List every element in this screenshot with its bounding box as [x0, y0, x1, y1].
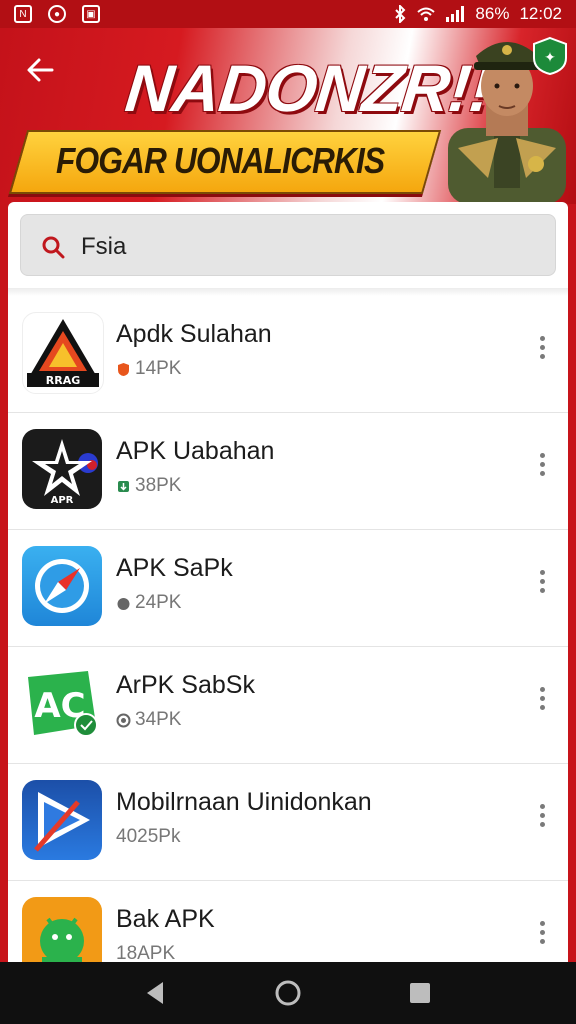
shield-icon — [118, 362, 129, 376]
more-options-icon[interactable] — [538, 336, 546, 360]
app-meta: 34PK — [116, 709, 181, 731]
more-options-icon[interactable] — [538, 570, 546, 594]
recents-square-icon[interactable] — [405, 978, 435, 1008]
emblem-badge-icon: ✦ — [533, 36, 567, 76]
app-size: 14PK — [135, 358, 182, 379]
more-options-icon[interactable] — [538, 687, 546, 711]
system-nav-bar — [0, 962, 576, 1024]
app-name: Bak APK — [116, 905, 215, 933]
app-meta: 38PK — [116, 475, 181, 497]
app-meta: 24PK — [116, 592, 181, 614]
app-icon: AC — [22, 663, 102, 743]
back-arrow-icon[interactable] — [26, 56, 54, 84]
app-name: Apdk Sulahan — [116, 320, 272, 348]
svg-text:APR: APR — [51, 495, 74, 506]
app-list-panel: Fsia RRAG Apdk Sulahan 14PK APR APK Uaba… — [8, 202, 568, 972]
app-icon: APR — [22, 429, 102, 509]
svg-text:RRAG: RRAG — [46, 374, 80, 387]
bluetooth-icon — [395, 5, 406, 23]
clock: 12:02 — [519, 4, 562, 23]
svg-text:✦: ✦ — [544, 50, 556, 66]
more-options-icon[interactable] — [538, 804, 546, 828]
star-emblem-icon: APR — [32, 439, 98, 506]
app-list-item[interactable]: AC ArPK SabSk 34PK — [8, 647, 568, 764]
app-list-item[interactable]: RRAG Apdk Sulahan 14PK — [8, 296, 568, 413]
search-icon[interactable] — [41, 235, 65, 259]
play-store-icon — [34, 792, 90, 852]
app-meta: 4025Pk — [116, 826, 180, 848]
app-icon — [22, 897, 102, 972]
status-bar: N ● ▣ 86% 12:02 — [0, 0, 576, 28]
app-size: 4025Pk — [116, 826, 181, 847]
app-name: APK SaPk — [116, 554, 233, 582]
notification-icon: N — [14, 5, 32, 23]
app-size: 24PK — [135, 592, 182, 613]
app-name: ArPK SabSk — [116, 671, 255, 699]
battery-level: 86% — [475, 4, 510, 23]
app-icon — [22, 780, 102, 860]
app-list-item[interactable]: Mobilrnaan Uinidonkan 4025Pk — [8, 764, 568, 881]
download-icon — [118, 480, 129, 492]
app-icon — [22, 546, 102, 626]
cloud-icon — [117, 597, 130, 610]
app-size: 38PK — [135, 475, 182, 496]
search-bar[interactable]: Fsia — [20, 214, 556, 276]
app-name: APK Uabahan — [116, 437, 275, 465]
app-list-item[interactable]: APK SaPk 24PK — [8, 530, 568, 647]
banner-text: FOGAR UONALICRKIS — [56, 140, 385, 181]
app-size: 34PK — [135, 709, 182, 730]
back-triangle-icon[interactable] — [141, 978, 171, 1008]
app-icon: RRAG — [22, 312, 104, 394]
ac-logo-icon: AC — [28, 671, 98, 737]
app-meta: 14PK — [116, 358, 181, 380]
wifi-icon — [417, 7, 436, 21]
layers-icon — [116, 713, 131, 727]
signal-icon — [446, 6, 465, 22]
warning-triangle-icon: RRAG — [27, 319, 99, 387]
home-circle-icon[interactable] — [273, 978, 303, 1008]
compass-icon — [35, 559, 89, 613]
android-icon — [40, 917, 84, 972]
app-list: RRAG Apdk Sulahan 14PK APR APK Uabahan 3… — [8, 296, 568, 972]
app-name: Mobilrnaan Uinidonkan — [116, 788, 372, 816]
more-options-icon[interactable] — [538, 921, 546, 945]
header-banner: NADONZR!! FOGAR UONALICRKIS ✦ — [0, 28, 576, 204]
media-icon: ● — [48, 5, 66, 23]
gallery-icon: ▣ — [82, 5, 100, 23]
search-input[interactable]: Fsia — [81, 233, 126, 261]
app-list-item[interactable]: APR APK Uabahan 38PK — [8, 413, 568, 530]
app-list-item[interactable]: Bak APK 18APK — [8, 881, 568, 972]
more-options-icon[interactable] — [538, 453, 546, 477]
divider — [8, 288, 568, 296]
